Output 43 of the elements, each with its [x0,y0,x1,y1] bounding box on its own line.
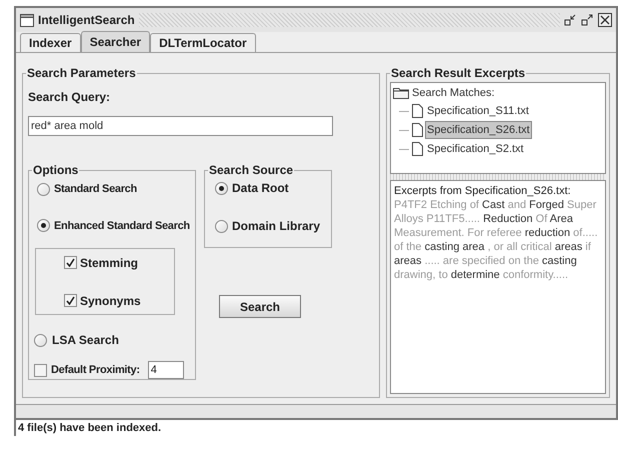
excerpt-text: P4TF2 Etching of Cast and Forged Super Alloys P11TF5..... Reduction Of Area Measurement. For referee reduction of..... of the casting area , or all critical areas if areas ..... are specified on the casting drawing, to determine conformity..... [394,198,599,282]
folder-icon [393,87,409,100]
group-title: Options [32,163,80,177]
radio-label: LSA Search [52,332,119,349]
excerpt-heading: Excerpts from Specification_S26.txt: [394,184,571,198]
status-text: 4 file(s) have been indexed. [18,422,162,434]
radio-button[interactable] [215,220,228,232]
minimize-icon[interactable] [564,14,577,26]
tab[interactable]: DLTermLocator [150,33,256,52]
radio-button[interactable] [37,219,50,232]
file-icon [412,142,423,156]
file-icon [412,104,423,118]
radio-button[interactable] [37,182,50,196]
group-title: Search Parameters [26,66,137,80]
window-icon [20,14,34,26]
radio-label: Data Root [232,180,289,197]
tab[interactable]: Indexer [20,33,81,52]
radio-label: Domain Library [232,218,320,235]
tree-item[interactable]: Specification_S2.txt [425,140,526,158]
checkbox[interactable] [64,256,77,269]
radio-button[interactable] [215,182,228,194]
maximize-icon[interactable] [581,14,594,26]
close-icon[interactable] [598,13,612,27]
search-button[interactable]: Search [219,295,301,318]
radio-button[interactable] [34,334,47,346]
checkbox-label: Default Proximity: [51,362,140,378]
checkbox[interactable] [34,364,47,376]
window-title: IntelligentSearch [38,12,135,29]
tab[interactable]: Searcher [80,31,150,52]
query-label: Search Query: [28,89,110,106]
query-field[interactable]: red* area mold [28,116,333,136]
checkbox[interactable] [64,294,77,307]
proximity-field[interactable]: 4 [148,361,184,379]
checkbox-label: Stemming [80,254,138,272]
radio-label: Standard Search [54,182,137,197]
tree-item[interactable]: Specification_S26.txt [425,120,532,140]
group-title: Search Result Excerpts [390,66,526,80]
file-icon [412,123,423,137]
checkbox-label: Synonyms [80,292,141,310]
tree-item[interactable]: Specification_S11.txt [425,102,531,120]
tree-root[interactable]: Search Matches: [412,85,495,102]
radio-label: Enhanced Standard Search [54,218,190,234]
group-title: Search Source [208,163,294,177]
